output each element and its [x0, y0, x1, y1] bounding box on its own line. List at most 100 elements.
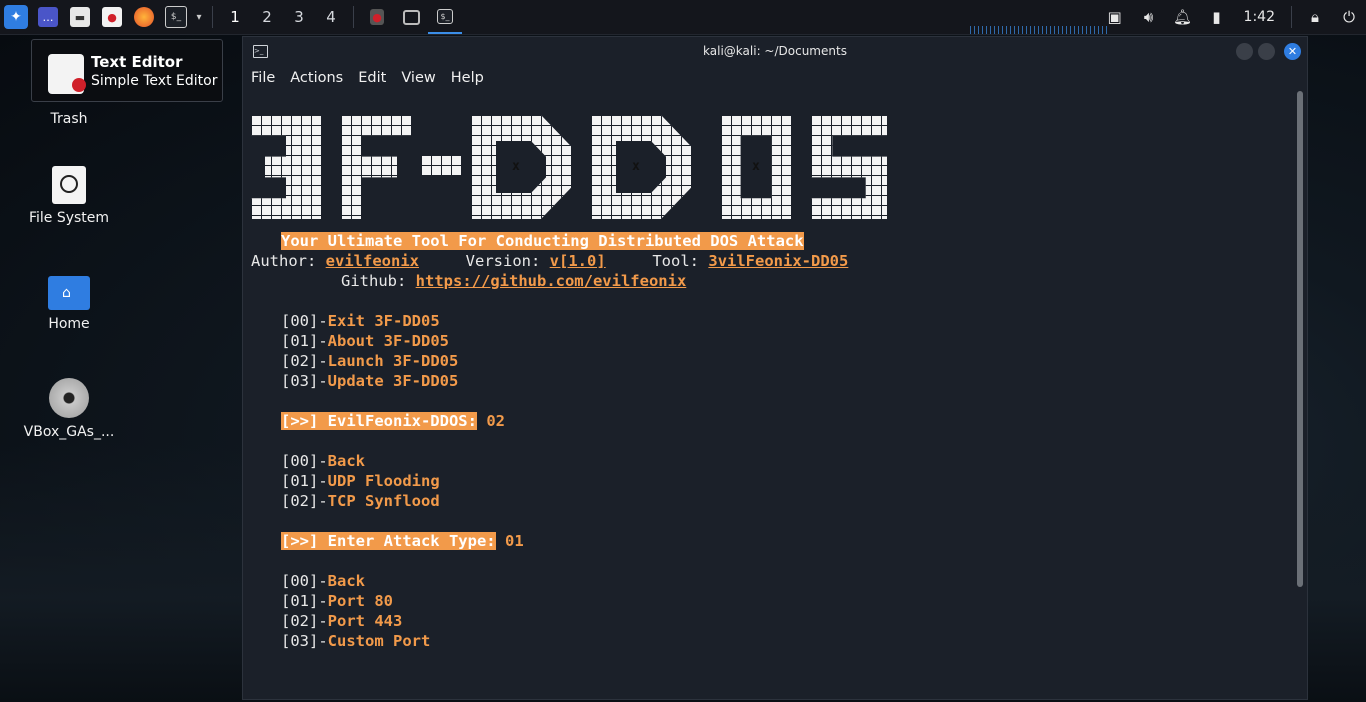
system-tray: ▣ 🔊︎ 🔔︎ ▮ 1:42 🔒︎ ⏻ [1098, 0, 1366, 34]
tooltip-title: Text Editor [91, 53, 183, 71]
prompt-line: [>>] Enter Attack Type: 01 [281, 531, 524, 551]
menu-line: [02]-Launch 3F-DD05 [281, 351, 458, 371]
network-activity-graph [970, 26, 1110, 34]
text-editor-icon: ● [370, 9, 384, 25]
menu-edit[interactable]: Edit [358, 70, 386, 86]
firefox-launcher[interactable] [128, 0, 160, 34]
banner-glyph [471, 115, 571, 219]
home-folder-icon: ⌂ [48, 276, 90, 310]
menu-option: Update 3F-DD05 [327, 372, 459, 390]
menu-option: TCP Synflood [327, 492, 440, 510]
terminal-scrollbar[interactable] [1297, 91, 1303, 587]
author-line: Author: evilfeonix Version: v[1.0] Tool:… [251, 251, 848, 271]
tooltip-subtitle: Simple Text Editor [91, 73, 218, 89]
taskbar-separator [353, 6, 354, 28]
prompt-input: 01 [504, 532, 524, 550]
minimize-button[interactable] [1236, 43, 1253, 60]
github-line: Github: https://github.com/evilfeonix [341, 271, 686, 291]
menu-number: [00]- [281, 452, 328, 470]
menu-option: Back [327, 572, 365, 590]
launcher-dropdown-chevron-icon[interactable]: ▾ [192, 0, 206, 34]
network-disconnected-icon[interactable]: ▣ [1098, 0, 1132, 34]
window-button-terminal[interactable]: $_ [428, 0, 462, 34]
menu-number: [03]- [281, 372, 328, 390]
lock-screen-icon[interactable]: 🔒︎ [1298, 0, 1332, 34]
notification-bell-icon[interactable]: 🔔︎ [1166, 0, 1200, 34]
hard-drive-icon [52, 166, 86, 204]
workspace-1[interactable]: 1 [219, 0, 251, 34]
menu-line: [02]-Port 443 [281, 611, 402, 631]
folder-icon: ▬ [70, 7, 90, 27]
github-link[interactable]: https://github.com/evilfeonix [416, 272, 687, 290]
banner-glyph [421, 155, 461, 175]
menu-option: Back [327, 452, 365, 470]
terminal-launcher[interactable]: $_ [160, 0, 192, 34]
desktop-icon-file-system[interactable]: File System [9, 166, 129, 226]
firefox-icon [134, 7, 154, 27]
desktop-icon-vbox-gas[interactable]: VBox_GAs_... [9, 378, 129, 440]
menu-line: [00]-Back [281, 451, 365, 471]
banner-glyph [251, 115, 321, 219]
tool-link[interactable]: 3vilFeonix-DD05 [708, 252, 848, 270]
kali-dragon-icon: ✦ [4, 5, 28, 29]
menu-number: [01]- [281, 592, 328, 610]
show-desktop-button[interactable]: … [32, 0, 64, 34]
tagline: Your Ultimate Tool For Conducting Distri… [281, 232, 804, 250]
terminal-menubar: File Actions Edit View Help [243, 65, 1307, 91]
workspace-4[interactable]: 4 [315, 0, 347, 34]
desktop-icon-trash[interactable]: Trash [9, 111, 129, 127]
author-link[interactable]: evilfeonix [326, 252, 419, 270]
menu-line: [03]-Custom Port [281, 631, 430, 651]
window-title: kali@kali: ~/Documents [703, 44, 847, 58]
desktop-icon-label: VBox_GAs_... [23, 424, 115, 440]
github-label: Github: [341, 272, 407, 290]
desktop-icon-home[interactable]: ⌂ Home [9, 276, 129, 332]
menu-actions[interactable]: Actions [290, 70, 343, 86]
version-value: v[1.0] [549, 252, 606, 270]
prompt-label: [>>] EvilFeonix-DDOS: [281, 412, 477, 430]
kali-menu-button[interactable]: ✦ [0, 0, 32, 34]
banner-mark: x [752, 159, 760, 174]
banner-glyph [811, 115, 887, 219]
banner-mark: x [632, 159, 640, 174]
prompt-line: [>>] EvilFeonix-DDOS: 02 [281, 411, 505, 431]
optical-disc-icon [49, 378, 89, 418]
monitor-icon [402, 9, 420, 25]
battery-icon[interactable]: ▮ [1200, 0, 1234, 34]
menu-number: [02]- [281, 492, 328, 510]
close-button[interactable]: ✕ [1284, 43, 1301, 60]
volume-icon[interactable]: 🔊︎ [1132, 0, 1166, 34]
terminal-output[interactable]: x x x Your Ultimate Tool For Conducting … [251, 91, 1291, 699]
menu-line: [03]-Update 3F-DD05 [281, 371, 458, 391]
maximize-button[interactable] [1258, 43, 1275, 60]
workspace-2[interactable]: 2 [251, 0, 283, 34]
menu-number: [03]- [281, 632, 328, 650]
menu-file[interactable]: File [251, 70, 275, 86]
desktop-icon-label: File System [28, 210, 110, 226]
clock[interactable]: 1:42 [1234, 9, 1285, 25]
menu-help[interactable]: Help [451, 70, 484, 86]
menu-option: Port 443 [327, 612, 403, 630]
menu-option: Launch 3F-DD05 [327, 352, 459, 370]
text-editor-tooltip: Text Editor Simple Text Editor [31, 39, 223, 102]
workspace-3[interactable]: 3 [283, 0, 315, 34]
menu-view[interactable]: View [401, 70, 435, 86]
menu-number: [02]- [281, 612, 328, 630]
prompt-label: [>>] Enter Attack Type: [281, 532, 496, 550]
window-button-text-editor[interactable]: ● [360, 0, 394, 34]
terminal-titlebar[interactable]: >_ kali@kali: ~/Documents ✕ [243, 37, 1307, 65]
menu-line: [00]-Back [281, 571, 365, 591]
power-icon[interactable]: ⏻ [1332, 0, 1366, 34]
text-editor-icon: ● [102, 7, 122, 27]
text-editor-launcher[interactable]: ● [96, 0, 128, 34]
menu-option: UDP Flooding [327, 472, 440, 490]
taskbar-separator [212, 6, 213, 28]
menu-line: [00]-Exit 3F-DD05 [281, 311, 440, 331]
menu-number: [01]- [281, 332, 328, 350]
menu-option: About 3F-DD05 [327, 332, 449, 350]
terminal-window[interactable]: >_ kali@kali: ~/Documents ✕ File Actions… [242, 36, 1308, 700]
file-manager-launcher[interactable]: ▬ [64, 0, 96, 34]
banner-glyph [341, 115, 411, 219]
menu-line: [01]-About 3F-DD05 [281, 331, 449, 351]
window-button-virtualbox[interactable] [394, 0, 428, 34]
